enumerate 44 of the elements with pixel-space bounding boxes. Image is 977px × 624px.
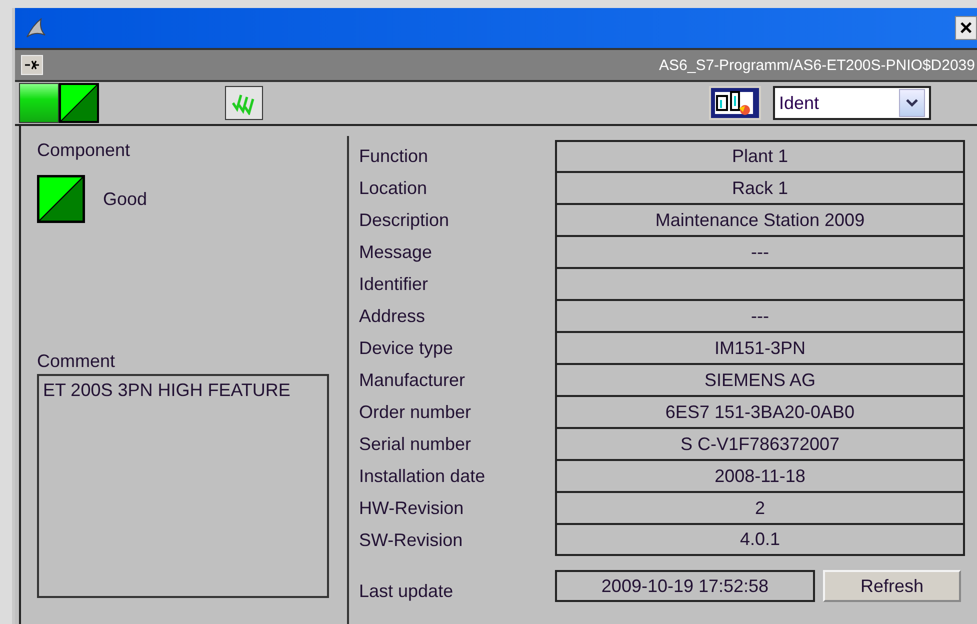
- value-field: 2: [555, 492, 965, 524]
- pin-icon: [25, 59, 39, 71]
- diagnostics-button[interactable]: [709, 86, 761, 120]
- close-button[interactable]: ×: [955, 16, 977, 40]
- value-field: S C-V1F786372007: [555, 428, 965, 460]
- value-field: SIEMENS AG: [555, 364, 965, 396]
- value-field: ---: [555, 300, 965, 332]
- field-label: Last update: [359, 581, 454, 602]
- value-field: IM151-3PN: [555, 332, 965, 364]
- value-field: 4.0.1: [555, 524, 965, 556]
- pin-button[interactable]: [21, 55, 43, 75]
- field-label: Serial number: [359, 432, 472, 456]
- field-label: Manufacturer: [359, 368, 466, 392]
- refresh-button[interactable]: Refresh: [823, 570, 961, 602]
- status-label: Good: [103, 188, 148, 210]
- app-logo-icon: [25, 17, 47, 39]
- section-title: Component: [37, 140, 132, 161]
- modules-icon: [711, 88, 759, 118]
- value-field: Maintenance Station 2009: [555, 204, 965, 236]
- object-path: AS6_S7-Programm/AS6-ET200S-PNIO$D2039: [659, 56, 975, 74]
- field-label: Location: [359, 176, 428, 200]
- comment-field[interactable]: ET 200S 3PN HIGH FEATURE: [37, 374, 329, 598]
- field-label: HW-Revision: [359, 496, 465, 520]
- field-label: Identifier: [359, 272, 430, 296]
- field-label: Order number: [359, 400, 472, 424]
- field-label: SW-Revision: [359, 528, 464, 552]
- field-label: Device type: [359, 336, 454, 360]
- status-icon: [59, 83, 99, 123]
- field-label: Address: [359, 304, 426, 328]
- field-label: Description: [359, 208, 450, 232]
- section-title: Comment: [37, 351, 116, 372]
- value-field: 2008-11-18: [555, 460, 965, 492]
- value-field: Plant 1: [555, 140, 965, 172]
- value-field: 6ES7 151-3BA20-0AB0: [555, 396, 965, 428]
- status-icon: [37, 175, 85, 223]
- field-label: Message: [359, 240, 434, 264]
- view-dropdown[interactable]: Ident: [773, 86, 931, 120]
- value-field: Rack 1: [555, 172, 965, 204]
- chevron-down-icon: [906, 99, 918, 107]
- faceplate-button[interactable]: [225, 86, 263, 120]
- field-label: Installation date: [359, 464, 486, 488]
- value-field: ---: [555, 236, 965, 268]
- field-label: Function: [359, 144, 430, 168]
- timestamp-field: 2009-10-19 17:52:58: [555, 570, 815, 602]
